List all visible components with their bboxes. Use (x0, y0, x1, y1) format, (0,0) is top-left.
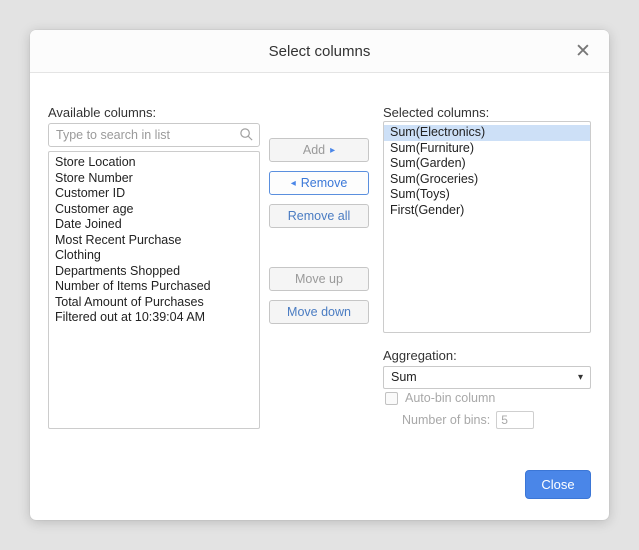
arrow-left-icon: ◂ (291, 178, 296, 189)
available-columns-list[interactable]: Store Location Store Number Customer ID … (48, 151, 260, 429)
close-icon[interactable]: ✕ (571, 40, 595, 64)
list-item-selected[interactable]: Sum(Electronics) (384, 125, 590, 141)
dialog-title: Select columns (30, 43, 609, 60)
chevron-down-icon: ▾ (578, 367, 583, 388)
list-item[interactable]: Customer age (49, 202, 259, 218)
list-item[interactable]: Filtered out at 10:39:04 AM (49, 310, 259, 326)
selected-columns-list[interactable]: Sum(Electronics) Sum(Furniture) Sum(Gard… (383, 121, 591, 333)
number-of-bins-label: Number of bins: (402, 413, 490, 427)
list-item[interactable]: Number of Items Purchased (49, 279, 259, 295)
arrow-right-icon: ▸ (330, 145, 335, 156)
close-button[interactable]: Close (525, 470, 591, 499)
auto-bin-checkbox[interactable] (385, 392, 398, 405)
list-item[interactable]: Date Joined (49, 217, 259, 233)
move-down-button-label: Move down (287, 305, 351, 319)
add-button-label: Add (303, 143, 325, 157)
list-item[interactable]: Customer ID (49, 186, 259, 202)
number-of-bins-row: Number of bins: (402, 411, 534, 429)
move-up-button[interactable]: Move up (269, 267, 369, 291)
available-columns-label: Available columns: (48, 105, 156, 120)
list-item[interactable]: Total Amount of Purchases (49, 295, 259, 311)
list-item[interactable]: Clothing (49, 248, 259, 264)
dialog-header: Select columns ✕ (30, 30, 609, 73)
move-down-button[interactable]: Move down (269, 300, 369, 324)
remove-all-button[interactable]: Remove all (269, 204, 369, 228)
list-item[interactable]: Sum(Toys) (384, 187, 590, 203)
list-item[interactable]: Sum(Furniture) (384, 141, 590, 157)
close-button-label: Close (541, 477, 574, 492)
search-field-wrap (48, 123, 260, 147)
search-icon (239, 127, 254, 142)
search-input[interactable] (48, 123, 260, 147)
auto-bin-label: Auto-bin column (405, 391, 495, 405)
number-of-bins-input[interactable] (496, 411, 534, 429)
list-item[interactable]: Departments Shopped (49, 264, 259, 280)
aggregation-label: Aggregation: (383, 348, 457, 363)
aggregation-selected-value: Sum (391, 370, 417, 384)
list-item[interactable]: Store Location (49, 155, 259, 171)
remove-button[interactable]: ◂ Remove (269, 171, 369, 195)
add-button[interactable]: Add ▸ (269, 138, 369, 162)
list-item[interactable]: Sum(Garden) (384, 156, 590, 172)
auto-bin-row: Auto-bin column (385, 391, 495, 405)
list-item[interactable]: Store Number (49, 171, 259, 187)
remove-button-label: Remove (301, 176, 348, 190)
select-columns-dialog: Select columns ✕ Available columns: Stor… (30, 30, 609, 520)
list-item[interactable]: First(Gender) (384, 203, 590, 219)
move-up-button-label: Move up (295, 272, 343, 286)
remove-all-button-label: Remove all (288, 209, 351, 223)
selected-columns-label: Selected columns: (383, 105, 489, 120)
list-item[interactable]: Sum(Groceries) (384, 172, 590, 188)
list-item[interactable]: Most Recent Purchase (49, 233, 259, 249)
aggregation-select[interactable]: Sum ▾ (383, 366, 591, 389)
